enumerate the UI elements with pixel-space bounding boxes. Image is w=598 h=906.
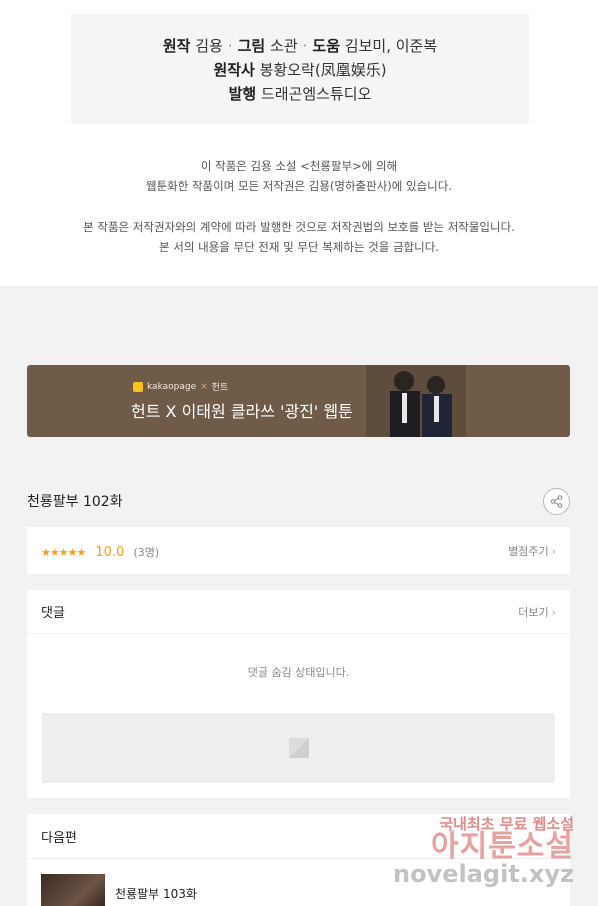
credit-line-2: 원작사 봉황오락(凤凰娱乐) xyxy=(71,58,529,82)
original-label: 원작 xyxy=(162,37,191,55)
assist-value: 김보미, 이준복 xyxy=(344,37,438,55)
copyright-notice-1: 이 작품은 김용 소설 <천룡팔부>에 의해 웹툰화한 작품이며 모든 저작권은… xyxy=(0,156,598,196)
publisher-label: 발행 xyxy=(228,85,257,103)
star-rating-icon: ★★★★★ xyxy=(41,546,86,559)
comments-header: 댓글 더보기 › xyxy=(27,590,570,634)
banner-characters-image xyxy=(366,365,466,437)
episode-footer-section: 원작 김용 · 그림 소관 · 도움 김보미, 이준복 원작사 봉황오락(凤凰娱乐) 발… xyxy=(0,0,598,286)
original-value: 김용 xyxy=(195,37,223,55)
comments-hidden-message: 댓글 숨김 상태입니다. xyxy=(247,666,350,679)
rating-count: (3명) xyxy=(133,546,160,559)
next-episode-title: 천룡팔부 103화 xyxy=(115,887,197,901)
brand-name: kakaopage xyxy=(147,381,197,392)
separator-dot: · xyxy=(302,37,308,55)
watermark-line-3: novelagit.xyz xyxy=(392,860,574,888)
promo-banner[interactable]: kakaopage × 헌트 헌트 X 이태원 클라쓰 '광진' 웹툰 xyxy=(27,365,570,437)
rating-card: ★★★★★ 10.0 (3명) 별점주기 › xyxy=(27,527,570,574)
site-watermark: 국내최초 무료 웹소설 아지툰소설 novelagit.xyz xyxy=(392,817,574,888)
image-placeholder-icon xyxy=(288,738,309,758)
rate-label: 별점주기 xyxy=(508,544,549,558)
notice-line: 이 작품은 김용 소설 <천룡팔부>에 의해 xyxy=(200,159,398,173)
copyright-notice-2: 본 작품은 저작권자와의 계약에 따라 발행한 것으로 저작권법의 보호를 받는… xyxy=(0,217,598,257)
notice-line: 본 서의 내용을 무단 전재 및 무단 복제하는 것을 금합니다. xyxy=(159,240,439,254)
notice-line: 본 작품은 저작권자와의 계약에 따라 발행한 것으로 저작권법의 보호를 받는… xyxy=(83,220,515,234)
partner-name: 헌트 xyxy=(211,383,229,393)
comments-title: 댓글 xyxy=(41,606,65,621)
separator-dot: · xyxy=(227,37,233,55)
publisher-value: 드래곤엠스튜디오 xyxy=(260,85,372,103)
rating-score: 10.0 xyxy=(95,545,125,560)
more-label: 더보기 xyxy=(518,605,549,619)
share-icon xyxy=(550,494,563,508)
rating-summary: ★★★★★ 10.0 (3명) xyxy=(41,541,159,560)
credit-line-3: 발행 드래곤엠스튜디오 xyxy=(71,82,529,106)
assist-label: 도움 xyxy=(312,37,341,55)
art-value: 소관 xyxy=(270,37,298,55)
kakaopage-logo-icon xyxy=(133,381,143,392)
chevron-right-icon: › xyxy=(551,544,556,558)
share-button[interactable] xyxy=(543,487,570,515)
ad-placeholder[interactable] xyxy=(42,713,555,783)
episode-title: 천룡팔부 102화 xyxy=(27,494,123,510)
episode-thumbnail xyxy=(41,874,105,906)
banner-title: 헌트 X 이태원 클라쓰 '광진' 웹툰 xyxy=(131,402,353,421)
comments-card: 댓글 더보기 › 댓글 숨김 상태입니다. xyxy=(27,590,570,798)
banner-brand: kakaopage × 헌트 xyxy=(133,380,228,393)
credits-box: 원작 김용 · 그림 소관 · 도움 김보미, 이준복 원작사 봉황오락(凤凰娱乐) 발… xyxy=(71,14,529,124)
more-comments-button[interactable]: 더보기 › xyxy=(518,604,556,620)
watermark-line-2: 아지툰소설 xyxy=(431,829,574,864)
credit-line-1: 원작 김용 · 그림 소관 · 도움 김보미, 이준복 xyxy=(71,34,529,58)
chevron-right-icon: › xyxy=(551,605,556,619)
brand-separator: × xyxy=(200,381,208,392)
episode-header: 천룡팔부 102화 xyxy=(27,487,570,515)
notice-line: 웹툰화한 작품이며 모든 저작권은 김용(명하출판사)에 있습니다. xyxy=(146,179,452,193)
original-company-label: 원작사 xyxy=(213,61,255,79)
rate-button[interactable]: 별점주기 › xyxy=(508,543,556,559)
next-episode-item[interactable]: 천룡팔부 103화 xyxy=(41,874,197,906)
art-label: 그림 xyxy=(237,37,266,55)
original-company-value: 봉황오락(凤凰娱乐) xyxy=(259,61,387,79)
